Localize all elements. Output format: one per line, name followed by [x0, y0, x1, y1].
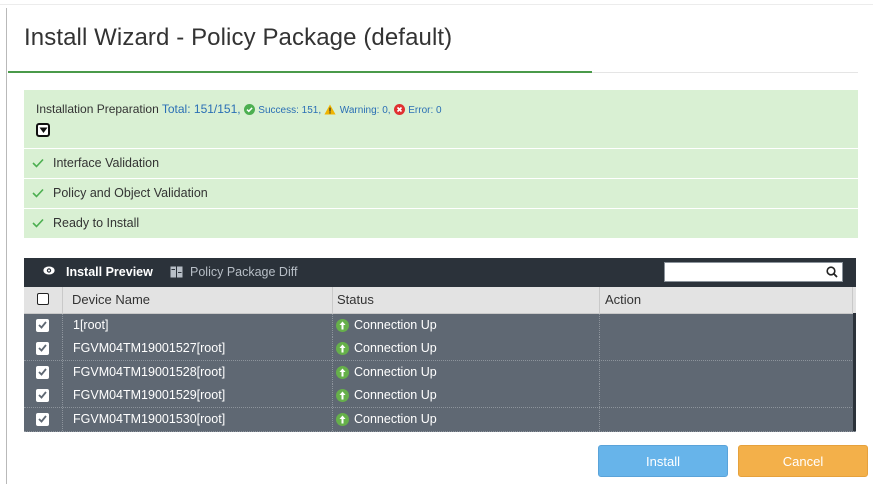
grid-scrollbar[interactable]	[853, 313, 856, 431]
grid-toolbar: Install Preview Policy Package Diff	[24, 258, 856, 287]
device-name-cell: FGVM04TM19001527[root]	[73, 341, 226, 356]
column-divider	[332, 287, 333, 313]
expand-toggle-button[interactable]	[36, 123, 50, 137]
connection-up-icon	[336, 389, 349, 403]
eye-icon	[43, 266, 55, 275]
column-divider	[852, 287, 853, 313]
connection-up-icon	[336, 319, 349, 332]
status-cell: Connection Up	[354, 388, 437, 403]
search-input[interactable]	[664, 262, 843, 282]
table-row[interactable]: FGVM04TM19001527[root] Connection Up	[24, 337, 856, 362]
warning-count: Warning: 0,	[339, 105, 391, 116]
column-status[interactable]: Status	[337, 292, 374, 307]
column-divider	[62, 287, 63, 313]
device-name-cell: 1[root]	[73, 318, 109, 332]
table-row[interactable]: FGVM04TM19001530[root] Connection Up	[24, 407, 856, 432]
error-count: Error: 0	[408, 105, 442, 116]
policy-package-diff-label: Policy Package Diff	[190, 265, 298, 279]
cancel-button[interactable]: Cancel	[738, 445, 868, 477]
connection-up-icon	[336, 412, 349, 426]
column-divider	[599, 407, 601, 431]
step-label: Interface Validation	[53, 156, 160, 170]
preparation-summary: Installation Preparation Total: 151/151,…	[36, 102, 442, 118]
column-divider	[332, 337, 334, 361]
install-button[interactable]: Install	[598, 445, 728, 477]
device-name-cell: FGVM04TM19001528[root]	[73, 364, 226, 379]
column-action[interactable]: Action	[605, 292, 641, 307]
row-checkbox[interactable]	[36, 389, 49, 403]
column-divider	[599, 337, 601, 361]
wizard-progress-bar	[8, 71, 592, 73]
checkmark-icon	[38, 368, 47, 376]
row-checkbox[interactable]	[36, 342, 49, 356]
column-divider	[599, 314, 601, 337]
success-count: Success: 151,	[258, 105, 322, 116]
status-cell: Connection Up	[354, 341, 437, 356]
device-name-cell: FGVM04TM19001530[root]	[73, 411, 226, 426]
top-divider	[0, 4, 873, 5]
select-all-checkbox[interactable]	[37, 293, 49, 305]
column-divider	[62, 314, 64, 337]
install-preview-label: Install Preview	[66, 265, 153, 279]
column-divider	[62, 337, 64, 361]
check-icon	[32, 188, 44, 198]
search-icon	[826, 266, 838, 278]
column-divider	[599, 287, 600, 313]
connection-up-icon	[336, 342, 349, 356]
step-interface-validation: Interface Validation	[24, 149, 858, 179]
checkmark-icon	[38, 344, 47, 353]
check-icon	[32, 218, 44, 228]
checkmark-icon	[38, 391, 47, 400]
dialog-title: Install Wizard - Policy Package (default…	[24, 24, 453, 51]
preparation-total: Total: 151/151,	[161, 102, 241, 116]
grid-header: Device Name Status Action	[24, 287, 856, 314]
column-divider	[332, 314, 334, 337]
row-checkbox[interactable]	[36, 412, 49, 426]
table-row[interactable]: 1[root] Connection Up	[24, 314, 856, 338]
row-checkbox[interactable]	[36, 365, 49, 379]
column-divider	[62, 407, 64, 431]
table-row[interactable]: FGVM04TM19001529[root] Connection Up	[24, 384, 856, 409]
row-checkbox[interactable]	[36, 319, 49, 332]
connection-up-icon	[336, 365, 349, 379]
step-label: Ready to Install	[53, 216, 140, 230]
step-label: Policy and Object Validation	[53, 186, 208, 200]
status-cell: Connection Up	[354, 318, 437, 332]
column-divider	[599, 384, 601, 408]
status-cell: Connection Up	[354, 411, 437, 426]
success-icon	[243, 104, 255, 118]
caret-down-icon	[39, 127, 48, 133]
status-cell: Connection Up	[354, 364, 437, 379]
preparation-label: Installation Preparation	[36, 102, 159, 116]
column-divider	[62, 360, 64, 384]
install-preview-button[interactable]: Install Preview	[43, 265, 153, 279]
policy-package-diff-button[interactable]: Policy Package Diff	[170, 265, 297, 279]
installation-preparation-panel: Installation Preparation Total: 151/151,…	[24, 90, 858, 149]
checkmark-icon	[38, 415, 47, 423]
step-policy-object-validation: Policy and Object Validation	[24, 179, 858, 209]
column-divider	[62, 384, 64, 408]
checkmark-icon	[38, 321, 47, 329]
column-divider	[332, 407, 334, 431]
dialog-left-border	[6, 8, 7, 484]
device-grid: Install Preview Policy Package Diff Devi…	[24, 258, 856, 432]
install-wizard-dialog: Install Wizard - Policy Package (default…	[0, 0, 873, 484]
diff-icon	[170, 266, 183, 278]
column-divider	[332, 384, 334, 408]
error-icon	[393, 104, 405, 118]
table-row[interactable]: FGVM04TM19001528[root] Connection Up	[24, 360, 856, 385]
column-device-name[interactable]: Device Name	[72, 292, 150, 307]
check-icon	[32, 158, 44, 168]
step-ready-to-install: Ready to Install	[24, 209, 858, 239]
warning-icon	[324, 104, 337, 118]
column-divider	[332, 360, 334, 384]
column-divider	[599, 360, 601, 384]
device-name-cell: FGVM04TM19001529[root]	[73, 388, 226, 403]
